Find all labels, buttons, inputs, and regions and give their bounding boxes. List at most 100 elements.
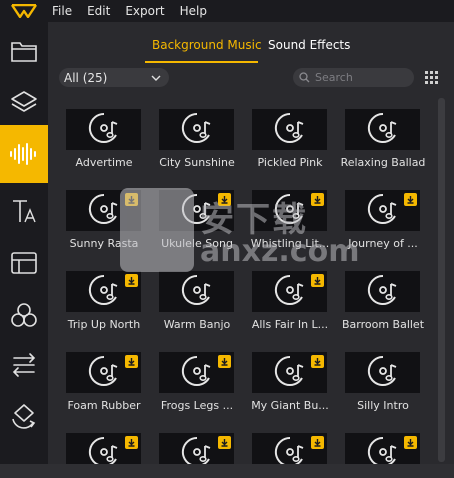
menu-export[interactable]: Export (125, 4, 164, 18)
vertical-scrollbar[interactable] (438, 98, 445, 462)
music-disc-icon (86, 434, 122, 464)
track-title: Barroom Ballet (341, 318, 425, 331)
download-icon[interactable] (125, 436, 138, 449)
download-icon[interactable] (311, 193, 324, 206)
active-tab-indicator (145, 61, 258, 63)
track-thumbnail[interactable] (252, 190, 327, 231)
track-thumbnail[interactable] (66, 352, 141, 393)
track-title: City Sunshine (159, 156, 235, 169)
sidebar-item-transitions[interactable] (0, 234, 48, 292)
music-disc-icon (179, 191, 215, 231)
track-title: My Giant Bu... (251, 399, 329, 412)
track-title: Advertime (75, 156, 133, 169)
music-disc-icon (179, 110, 215, 150)
layers-icon (11, 91, 37, 112)
chevron-down-icon (151, 75, 161, 81)
sidebar-item-layers[interactable] (0, 74, 48, 132)
track-title: Whistling Lit... (250, 237, 330, 250)
download-icon[interactable] (311, 355, 324, 368)
download-icon[interactable] (404, 436, 417, 449)
track-title: Journey of ... (348, 237, 418, 250)
track-thumbnail[interactable] (252, 352, 327, 393)
track-thumbnail[interactable] (159, 109, 234, 150)
download-icon[interactable] (404, 193, 417, 206)
track-thumbnail[interactable] (66, 271, 141, 312)
music-disc-icon (365, 272, 401, 312)
sidebar-item-text[interactable] (0, 182, 48, 240)
audio-waveform-icon (10, 143, 36, 165)
sidebar (0, 22, 48, 464)
track-title: Relaxing Ballad (340, 156, 426, 169)
menu-edit[interactable]: Edit (87, 4, 110, 18)
bottom-status-bar (0, 464, 454, 478)
music-disc-icon (365, 434, 401, 464)
track-thumbnail[interactable] (345, 109, 420, 150)
menu-help[interactable]: Help (180, 4, 207, 18)
download-icon[interactable] (218, 355, 231, 368)
tab-sound-effects[interactable]: Sound Effects (268, 38, 350, 52)
folder-icon (11, 42, 37, 62)
download-icon[interactable] (125, 274, 138, 287)
track-title: Alls Fair In L... (251, 318, 329, 331)
track-thumbnail[interactable] (252, 109, 327, 150)
download-icon[interactable] (218, 193, 231, 206)
music-disc-icon (272, 272, 308, 312)
track-thumbnail[interactable] (159, 271, 234, 312)
download-icon[interactable] (125, 355, 138, 368)
download-icon[interactable] (218, 436, 231, 449)
track-title: Trip Up North (67, 318, 141, 331)
tab-background-music[interactable]: Background Music (152, 38, 262, 52)
track-thumbnail[interactable] (345, 190, 420, 231)
sidebar-item-media[interactable] (0, 22, 48, 80)
transition-icon (11, 252, 37, 274)
music-library-panel: Background Music Sound Effects All (25) … (48, 22, 454, 464)
app-logo (0, 0, 48, 22)
track-title: Pickled Pink (257, 156, 323, 169)
track-thumbnail[interactable] (345, 433, 420, 464)
grid-view-toggle[interactable] (424, 70, 440, 86)
track-thumbnail[interactable] (66, 433, 141, 464)
category-filter-value: All (25) (64, 70, 108, 85)
music-disc-icon (272, 191, 308, 231)
track-title: Sunny Rasta (69, 237, 139, 250)
music-disc-icon (86, 353, 122, 393)
effects-icon (11, 303, 37, 327)
search-icon (299, 72, 310, 83)
track-thumbnail[interactable] (345, 352, 420, 393)
category-filter-dropdown[interactable]: All (25) (59, 68, 169, 87)
music-disc-icon (179, 353, 215, 393)
search-input[interactable] (315, 71, 405, 84)
track-thumbnail[interactable] (252, 271, 327, 312)
track-thumbnail[interactable] (159, 433, 234, 464)
track-thumbnail[interactable] (66, 190, 141, 231)
music-disc-icon (86, 110, 122, 150)
track-title: Warm Banjo (163, 318, 231, 331)
crop-rotate-icon (12, 404, 36, 429)
track-thumbnail[interactable] (66, 109, 141, 150)
track-title: Foam Rubber (67, 399, 141, 412)
music-disc-icon (365, 353, 401, 393)
download-icon[interactable] (311, 274, 324, 287)
sidebar-item-crop[interactable] (0, 386, 48, 444)
download-icon[interactable] (311, 436, 324, 449)
music-disc-icon (272, 353, 308, 393)
text-icon (13, 200, 36, 223)
track-title: Ukulele Song (161, 237, 233, 250)
tab-bar: Background Music Sound Effects (48, 22, 454, 63)
music-disc-icon (272, 110, 308, 150)
track-thumbnail[interactable] (252, 433, 327, 464)
track-thumbnail[interactable] (159, 352, 234, 393)
sidebar-item-audio[interactable] (0, 125, 48, 183)
music-disc-icon (365, 191, 401, 231)
track-title: Silly Intro (357, 399, 409, 412)
search-box[interactable] (293, 68, 414, 87)
music-disc-icon (179, 272, 215, 312)
download-icon[interactable] (125, 193, 138, 206)
track-title: Frogs Legs ... (160, 399, 234, 412)
music-disc-icon (86, 191, 122, 231)
split-arrows-icon (12, 353, 36, 377)
track-thumbnail[interactable] (345, 271, 420, 312)
menu-file[interactable]: File (52, 4, 72, 18)
grid-view-icon (425, 71, 438, 84)
track-thumbnail[interactable] (159, 190, 234, 231)
